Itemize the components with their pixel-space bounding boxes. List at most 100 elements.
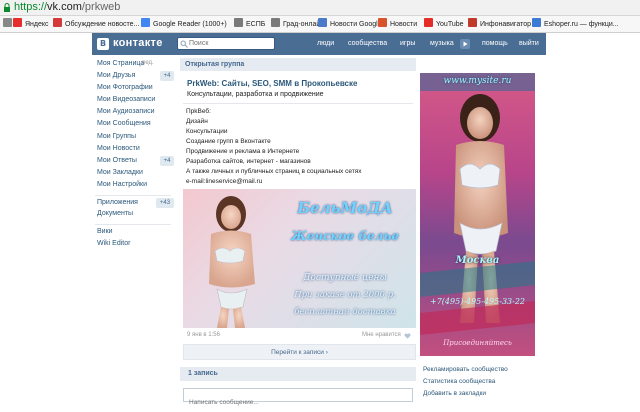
info-divider [183, 103, 413, 104]
sidebar-item[interactable]: Мои Группы [97, 133, 136, 140]
lock-icon [4, 3, 10, 12]
sidebar-edit-link[interactable]: ред. [142, 60, 154, 66]
bookmark-item[interactable]: Обсуждение новосте... [53, 18, 139, 31]
sidebar-divider [95, 224, 171, 225]
group-avatar-banner[interactable]: www.mysite.ru [420, 73, 535, 356]
description-line: Разработка сайтов, интернет - магазинов [186, 158, 311, 165]
url-host: vk.com [47, 1, 82, 13]
sidebar-item[interactable]: Мои Аудиозаписи [97, 108, 155, 115]
post-image-line2: При заказе от 2000 р. [294, 290, 396, 300]
add-bookmark-link[interactable]: Добавить в закладки [423, 390, 486, 397]
address-bar[interactable]: https://vk.com/prkweb [0, 0, 640, 16]
sidebar-item[interactable]: Мои Настройки [97, 181, 147, 188]
description-line: Продвижение и реклама в Интернете [186, 148, 300, 155]
sidebar-item[interactable]: Мои Видеозаписи [97, 96, 155, 103]
sidebar-item[interactable]: Мои Закладки [97, 169, 143, 176]
description-line: Создание групп в Вконтакте [186, 138, 271, 145]
google-icon [141, 18, 150, 27]
sidebar-item[interactable]: Мои Фотографии [97, 84, 153, 91]
youtube-icon [424, 18, 433, 27]
bookmark-label: ЕСПБ [246, 21, 266, 28]
bookmark-item[interactable]: YouTube [424, 18, 464, 31]
search-box[interactable] [177, 37, 275, 50]
nav-help[interactable]: помощь [482, 40, 508, 47]
page-icon [234, 18, 243, 27]
bookmark-item[interactable]: Новости Google [318, 18, 382, 31]
wall-header[interactable]: 1 запись [180, 367, 416, 381]
group-status: Консультации, разработка и продвижение [187, 91, 324, 98]
yandex-icon [13, 18, 22, 27]
sidebar-divider [95, 195, 171, 196]
chevron-right-icon: › [325, 349, 328, 356]
nav-music[interactable]: музыка [430, 40, 454, 47]
banner-graphic [420, 73, 535, 335]
description-line: А также личных и публичных страниц в соц… [186, 168, 362, 175]
page-icon [271, 18, 280, 27]
description-line: Дизайн [186, 118, 208, 125]
description-line: e-mail:lineservice@mail.ru [186, 178, 263, 185]
sidebar-item[interactable]: Вики [97, 228, 113, 235]
post-date[interactable]: 9 янв в 1:56 [187, 332, 220, 338]
bookmark-item[interactable]: Google Reader (1000+) [141, 18, 227, 31]
sidebar-item[interactable]: Мои Друзья [97, 72, 135, 79]
bookmark-label: Инфонавигатор [480, 21, 531, 28]
bookmark-item[interactable]: Инфонавигатор [468, 18, 531, 31]
comment-input[interactable] [184, 396, 412, 409]
bookmark-label: Новости [390, 21, 418, 28]
nav-logout[interactable]: выйти [519, 40, 539, 47]
heart-icon[interactable] [404, 333, 411, 339]
description-line: ПрkВеб: [186, 108, 211, 115]
post-image-line3: бесплатная доставка [294, 307, 396, 317]
post-image[interactable]: БельМоДА Женское белье Доступные цены Пр… [183, 189, 416, 328]
group-type-header: Открытая группа [180, 58, 416, 71]
vk-logo-icon[interactable]: В [97, 38, 109, 50]
bookmark-label: Яндекс [25, 21, 49, 28]
sidebar-item[interactable]: Мои Новости [97, 145, 140, 152]
sidebar-item[interactable]: Wiki Editor [97, 240, 130, 247]
sidebar-item[interactable]: Мои Ответы [97, 157, 137, 164]
bookmark-item[interactable]: ЕСПБ [234, 18, 265, 31]
banner-url-text: www.mysite.ru [443, 76, 512, 86]
info-icon [468, 18, 477, 27]
sidebar-badge[interactable]: +4 [160, 71, 174, 81]
post-image-line1: Доступные цены [303, 273, 387, 283]
bookmark-label: Eshoper.ru — функци... [544, 21, 619, 28]
like-button[interactable]: Мне нравится [362, 332, 401, 338]
advertise-group-link[interactable]: Рекламировать сообщество [423, 366, 508, 373]
group-title: PrkWeb: Сайты, SEO, SMM в Прокопьевске [187, 79, 358, 88]
bookmarks-bar: Яндекс Обсуждение новосте... Google Reader… [0, 16, 640, 33]
nav-games[interactable]: игры [400, 40, 415, 47]
vk-logo-text[interactable]: контакте [113, 37, 163, 49]
sidebar-item[interactable]: Приложения [97, 199, 138, 206]
page-icon [532, 18, 541, 27]
search-icon [180, 40, 188, 48]
bookmark-label: Новости Google [330, 21, 382, 28]
goto-wall-button[interactable]: Перейти к записи › [183, 344, 416, 360]
play-icon[interactable] [460, 39, 470, 49]
comment-box[interactable] [183, 388, 413, 409]
bookmark-item[interactable]: Яндекс [13, 18, 49, 31]
search-input[interactable] [189, 38, 273, 49]
description-line: Консультации [186, 128, 228, 135]
bookmark-label: Обсуждение новосте... [65, 21, 140, 28]
goto-wall-label: Перейти к записи [271, 349, 324, 356]
bookmark-item[interactable]: Новости [378, 18, 417, 31]
bookmark-label: Google Reader (1000+) [153, 21, 227, 28]
sidebar-badge[interactable]: +43 [156, 198, 174, 208]
sidebar-item[interactable]: Документы [97, 210, 133, 217]
url-path: /prkweb [81, 1, 121, 13]
nav-people[interactable]: люди [317, 40, 334, 47]
bookmark-item[interactable]: Град-онлайн [271, 18, 324, 31]
nav-communities[interactable]: сообщества [348, 40, 387, 47]
vk-header: В контакте люди сообщества игры музыка п… [0, 33, 640, 55]
group-stats-link[interactable]: Статистика сообщества [423, 378, 495, 385]
sidebar-item[interactable]: Моя Страница [97, 60, 144, 67]
url-text[interactable]: https://vk.com/prkweb [14, 1, 120, 13]
bookmark-item[interactable]: Eshoper.ru — функци... [532, 18, 619, 31]
bookmark-label: YouTube [436, 21, 464, 28]
apps-icon [3, 18, 12, 27]
sidebar-item[interactable]: Мои Сообщения [97, 120, 151, 127]
news-icon [378, 18, 387, 27]
sidebar-badge[interactable]: +4 [160, 156, 174, 166]
news-icon [318, 18, 327, 27]
